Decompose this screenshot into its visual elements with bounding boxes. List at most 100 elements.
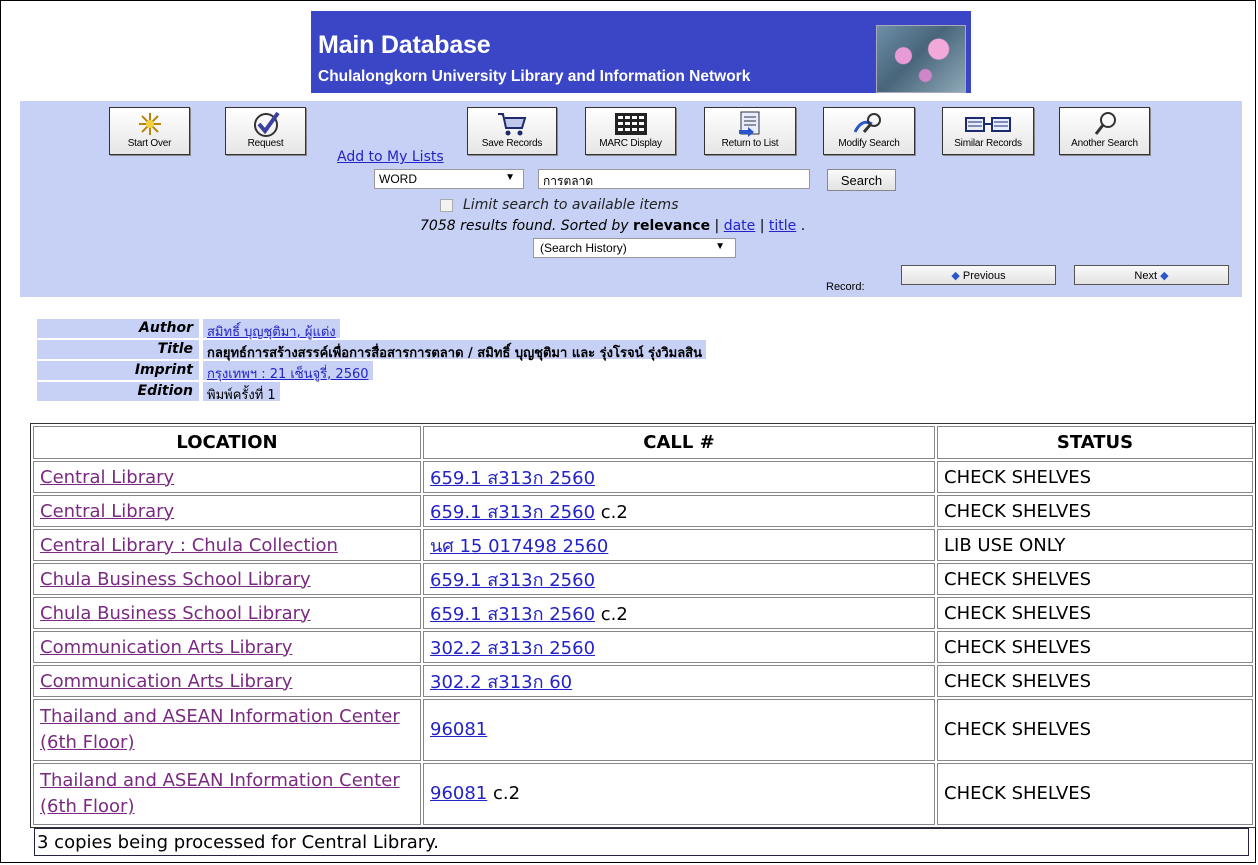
call-number-link[interactable]: 96081 [430,783,487,804]
location-link[interactable]: Communication Arts Library [40,671,292,692]
call-number-cell: 302.2 ส313ก 2560 [423,631,935,663]
call-number-cell: 96081 [423,699,935,761]
sort-by-date-link[interactable]: date [724,218,756,234]
left-arrow-icon: ◆ [951,270,960,282]
banner-title: Main Database [318,31,491,59]
table-row: Thailand and ASEAN Information Center (6… [33,763,1253,825]
marc-display-button[interactable]: MARC Display [585,107,676,155]
marc-display-label: MARC Display [599,138,662,149]
results-count: 7058 results found. Sorted by [420,218,629,234]
imprint-link[interactable]: กรุงเทพฯ : 21 เซ็นจูรี่, 2560 [203,361,373,382]
start-over-label: Start Over [127,138,172,149]
bib-row-imprint: Imprint กรุงเทพฯ : 21 เซ็นจูรี่, 2560 [37,361,1237,382]
modify-search-icon [824,110,914,138]
location-link[interactable]: Central Library [40,501,174,522]
request-button[interactable]: Request [225,107,306,155]
header: Main Database Chulalongkorn University L… [0,0,1258,100]
banner-subtitle: Chulalongkorn University Library and Inf… [318,68,751,85]
holdings-table: LOCATION CALL # STATUS Central Library 6… [30,423,1256,828]
sort-current: relevance [633,218,711,234]
next-record-button[interactable]: Next ◆ [1074,265,1229,285]
location-cell: Chula Business School Library [33,597,421,629]
search-index-select[interactable]: WORD ▼ [374,169,524,189]
location-link[interactable]: Central Library : Chula Collection [40,535,338,556]
status-cell: CHECK SHELVES [937,563,1253,595]
call-number-link[interactable]: 302.2 ส313ก 2560 [430,638,595,659]
author-link[interactable]: สมิทธิ์ บุญชุติมา, ผู้แต่ง [203,319,340,340]
status-cell: LIB USE ONLY [937,529,1253,561]
location-link[interactable]: Chula Business School Library [40,569,311,590]
search-history-value: (Search History) [540,241,627,255]
call-number-cell: 96081 c.2 [423,763,935,825]
bib-row-author: Author สมิทธิ์ บุญชุติมา, ผู้แต่ง [37,319,1237,340]
return-to-list-button[interactable]: Return to List [704,107,796,155]
add-to-my-lists-link[interactable]: Add to My Lists [337,149,444,165]
call-number-link[interactable]: 302.2 ส313ก 60 [430,672,572,693]
location-link[interactable]: Central Library [40,467,174,488]
holdings-header-row: LOCATION CALL # STATUS [33,426,1253,459]
location-link[interactable]: Chula Business School Library [40,603,311,624]
status-cell: CHECK SHELVES [937,699,1253,761]
processing-note: 3 copies being processed for Central Lib… [34,828,1249,856]
call-number-link[interactable]: 659.1 ส313ก 2560 [430,468,595,489]
search-button[interactable]: Search [827,169,896,191]
limit-available-label: Limit search to available items [463,197,679,213]
table-row: Thailand and ASEAN Information Center (6… [33,699,1253,761]
start-over-button[interactable]: Start Over [109,107,190,155]
bib-row-title: Title กลยุทธ์การสร้างสรรค์เพื่อการสื่อสา… [37,340,1237,361]
location-cell: Chula Business School Library [33,563,421,595]
title-label: Title [37,340,199,359]
location-link[interactable]: Thailand and ASEAN Information Center (6… [40,706,400,753]
call-number-link[interactable]: 659.1 ส313ก 2560 [430,570,595,591]
previous-record-button[interactable]: ◆ Previous [901,265,1056,285]
save-records-button[interactable]: Save Records [467,107,557,155]
status-header: STATUS [937,426,1253,459]
location-cell: Thailand and ASEAN Information Center (6… [33,763,421,825]
title-value: กลยุทธ์การสร้างสรรค์เพื่อการสื่อสารการตล… [203,340,706,361]
location-header: LOCATION [33,426,421,459]
start-over-icon [110,110,189,138]
call-number-link[interactable]: นศ 15 017498 2560 [430,536,608,557]
location-cell: Central Library [33,495,421,527]
limit-available-checkbox[interactable] [440,198,453,212]
next-label: Next [1134,270,1158,282]
call-number-link[interactable]: 96081 [430,719,487,740]
location-cell: Central Library [33,461,421,493]
location-cell: Thailand and ASEAN Information Center (6… [33,699,421,761]
table-row: Central Library : Chula Collection นศ 15… [33,529,1253,561]
status-cell: CHECK SHELVES [937,665,1253,697]
status-cell: CHECK SHELVES [937,495,1253,527]
call-number-link[interactable]: 659.1 ส313ก 2560 [430,502,595,523]
search-history-select[interactable]: (Search History) ▼ [533,238,736,258]
modify-search-label: Modify Search [838,138,900,149]
table-row: Communication Arts Library 302.2 ส313ก 6… [33,665,1253,697]
status-cell: CHECK SHELVES [937,631,1253,663]
search-input[interactable]: การตลาด [538,169,810,189]
another-search-button[interactable]: Another Search [1059,107,1150,155]
call-number-link[interactable]: 659.1 ส313ก 2560 [430,604,595,625]
right-arrow-icon: ◆ [1160,270,1169,282]
location-link[interactable]: Thailand and ASEAN Information Center (6… [40,770,400,817]
search-index-value: WORD [379,172,417,186]
similar-records-icon [943,110,1033,138]
status-cell: CHECK SHELVES [937,461,1253,493]
return-to-list-label: Return to List [721,138,779,149]
edition-label: Edition [37,382,199,401]
previous-label: Previous [962,270,1006,282]
save-records-label: Save Records [481,138,543,149]
table-row: Central Library 659.1 ส313ก 2560 CHECK S… [33,461,1253,493]
modify-search-button[interactable]: Modify Search [823,107,915,155]
similar-records-button[interactable]: Similar Records [942,107,1034,155]
call-number-cell: 659.1 ส313ก 2560 [423,563,935,595]
call-number-cell: 659.1 ส313ก 2560 [423,461,935,493]
location-link[interactable]: Communication Arts Library [40,637,292,658]
similar-records-label: Similar Records [954,138,1022,149]
sort-by-title-link[interactable]: title [769,218,796,234]
location-cell: Communication Arts Library [33,631,421,663]
marc-grid-icon [586,110,675,138]
results-summary: 7058 results found. Sorted by relevance … [420,218,806,234]
location-cell: Communication Arts Library [33,665,421,697]
record-label: Record: [826,281,865,293]
status-cell: CHECK SHELVES [937,597,1253,629]
edition-value: พิมพ์ครั้งที่ 1 [203,382,280,403]
